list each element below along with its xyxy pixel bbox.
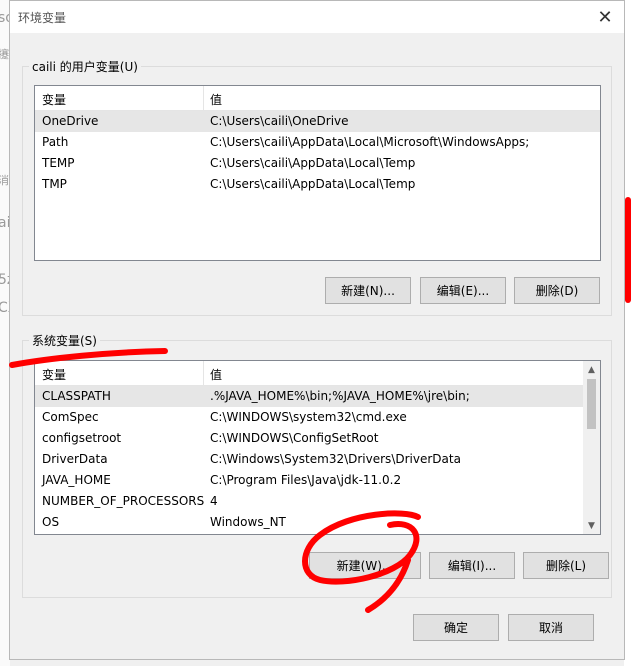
system-variables-group: 系统变量(S) 变量 值 CLASSPATH .%JAVA_HOME%\bin;… (22, 332, 612, 598)
table-row[interactable]: JAVA_HOME C:\Program Files\Java\jdk-11.0… (35, 470, 600, 491)
system-variables-list[interactable]: 变量 值 CLASSPATH .%JAVA_HOME%\bin;%JAVA_HO… (34, 360, 601, 535)
variable-value: 4 (210, 494, 218, 508)
table-row[interactable]: NUMBER_OF_PROCESSORS 4 (35, 491, 600, 512)
column-header-value[interactable]: 值 (210, 91, 222, 108)
table-row[interactable]: TMP C:\Users\caili\AppData\Local\Temp (35, 174, 600, 195)
scroll-down-icon[interactable]: ▼ (583, 517, 600, 534)
table-row[interactable]: OneDrive C:\Users\caili\OneDrive (35, 111, 600, 132)
table-row[interactable]: ComSpec C:\WINDOWS\system32\cmd.exe (35, 407, 600, 428)
variable-name: JAVA_HOME (42, 473, 111, 487)
table-row[interactable]: Path C:\Users\caili\AppData\Local\Micros… (35, 132, 600, 153)
cancel-button[interactable]: 取消 (508, 614, 594, 641)
table-row[interactable]: CLASSPATH .%JAVA_HOME%\bin;%JAVA_HOME%\j… (35, 386, 584, 407)
variable-name: TEMP (42, 156, 75, 170)
variable-value: C:\Users\caili\AppData\Local\Microsoft\W… (210, 135, 530, 149)
variable-name: NUMBER_OF_PROCESSORS (42, 494, 205, 508)
background-text: 消 (0, 174, 9, 187)
column-header-variable[interactable]: 变量 (42, 91, 66, 108)
variable-name: OS (42, 515, 60, 529)
variable-name: OneDrive (42, 114, 99, 128)
user-edit-button[interactable]: 编辑(E)... (420, 277, 506, 304)
column-divider[interactable] (203, 361, 204, 385)
variable-name: Path (42, 135, 69, 149)
variable-value: C:\Program Files\Java\jdk-11.0.2 (210, 473, 402, 487)
column-header-value[interactable]: 值 (210, 366, 222, 383)
vertical-scrollbar[interactable]: ▲ ▼ (583, 361, 600, 534)
list-header: 变量 值 (35, 361, 600, 386)
background-text: 攓 (0, 48, 9, 61)
table-row[interactable]: DriverData C:\Windows\System32\Drivers\D… (35, 449, 600, 470)
system-edit-button[interactable]: 编辑(I)... (429, 552, 515, 579)
environment-variables-dialog: 环境变量 ✕ caili 的用户变量(U) 变量 值 OneDrive C:\U… (9, 0, 625, 660)
table-row[interactable]: TEMP C:\Users\caili\AppData\Local\Temp (35, 153, 600, 174)
system-new-button[interactable]: 新建(W)... (309, 552, 421, 579)
title-bar: 环境变量 ✕ (10, 1, 624, 33)
system-variables-label: 系统变量(S) (29, 332, 100, 349)
user-delete-button[interactable]: 删除(D) (514, 277, 600, 304)
column-header-variable[interactable]: 变量 (42, 366, 66, 383)
variable-value: C:\Users\caili\AppData\Local\Temp (210, 177, 416, 191)
variable-name: CLASSPATH (42, 389, 111, 403)
variable-name: TMP (42, 177, 67, 191)
variable-value: C:\Windows\System32\Drivers\DriverData (210, 452, 461, 466)
user-variables-label: caili 的用户变量(U) (29, 58, 141, 75)
table-row[interactable]: OS Windows_NT (35, 512, 600, 533)
column-divider[interactable] (203, 86, 204, 110)
table-row[interactable]: configsetroot C:\WINDOWS\ConfigSetRoot (35, 428, 600, 449)
variable-value: C:\WINDOWS\ConfigSetRoot (210, 431, 379, 445)
user-new-button[interactable]: 新建(N)... (325, 277, 411, 304)
variable-value: .%JAVA_HOME%\bin;%JAVA_HOME%\jre\bin; (210, 389, 470, 403)
variable-name: configsetroot (42, 431, 122, 445)
user-variables-group: caili 的用户变量(U) 变量 值 OneDrive C:\Users\ca… (22, 58, 612, 316)
scroll-thumb[interactable] (587, 379, 596, 429)
dialog-title: 环境变量 (18, 11, 67, 25)
variable-name: DriverData (42, 452, 108, 466)
close-button[interactable]: ✕ (592, 5, 618, 29)
system-delete-button[interactable]: 删除(L) (523, 552, 609, 579)
variable-value: Windows_NT (210, 515, 286, 529)
close-icon: ✕ (597, 6, 613, 28)
variable-value: C:\Users\caili\OneDrive (210, 114, 349, 128)
list-header: 变量 值 (35, 86, 600, 111)
ok-button[interactable]: 确定 (413, 614, 499, 641)
variable-value: C:\WINDOWS\system32\cmd.exe (210, 410, 407, 424)
variable-value: C:\Users\caili\AppData\Local\Temp (210, 156, 416, 170)
user-variables-list[interactable]: 变量 值 OneDrive C:\Users\caili\OneDrive Pa… (34, 85, 601, 261)
scroll-up-icon[interactable]: ▲ (583, 361, 600, 378)
variable-name: ComSpec (42, 410, 99, 424)
background-app-right (624, 0, 632, 666)
